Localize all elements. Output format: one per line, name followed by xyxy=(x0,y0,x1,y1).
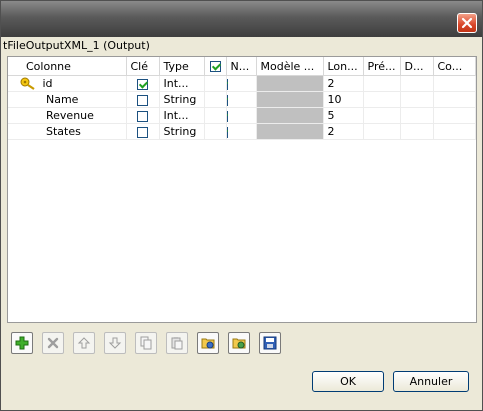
row-name: id xyxy=(42,76,53,90)
copy-icon xyxy=(140,336,152,350)
key-checkbox[interactable] xyxy=(137,94,148,106)
table-row[interactable]: Revenue Int... 5 xyxy=(8,107,476,124)
column-header-precision[interactable]: Pré... xyxy=(363,57,401,76)
cancel-button[interactable]: Annuler xyxy=(393,371,469,392)
column-header-checkbox[interactable] xyxy=(204,57,227,76)
row-nullable-cell[interactable] xyxy=(226,91,257,108)
row-pattern[interactable] xyxy=(256,75,324,92)
close-icon xyxy=(461,17,473,29)
dialog-window: tFileOutputXML_1 (Output) Colonne Clé Ty… xyxy=(0,0,483,411)
column-header-type[interactable]: Type xyxy=(159,57,205,76)
paste-button[interactable] xyxy=(166,332,188,354)
column-header-longueur[interactable]: Lon... xyxy=(323,57,364,76)
row-length[interactable]: 5 xyxy=(323,107,364,124)
row-key-cell[interactable] xyxy=(126,107,160,124)
row-key-cell[interactable] xyxy=(126,91,160,108)
row-key-cell[interactable] xyxy=(126,123,160,140)
row-key-cell[interactable] xyxy=(126,75,160,92)
row-name[interactable]: Revenue xyxy=(8,107,127,124)
copy-button[interactable] xyxy=(135,332,157,354)
column-header-defaut[interactable]: D... xyxy=(400,57,434,76)
dialog-subtitle: tFileOutputXML_1 (Output) xyxy=(3,39,150,52)
row-nullable-cell[interactable] xyxy=(226,107,257,124)
row-pattern[interactable] xyxy=(256,123,324,140)
move-down-button[interactable] xyxy=(104,332,126,354)
row-type[interactable]: Int... xyxy=(159,75,205,92)
key-checkbox[interactable] xyxy=(137,126,148,138)
export-button[interactable] xyxy=(228,332,250,354)
table-row[interactable]: id Int... 2 xyxy=(8,75,476,92)
column-header-modele[interactable]: Modèle ... xyxy=(256,57,324,76)
schema-table[interactable]: Colonne Clé Type N... Modèle ... Lon... … xyxy=(7,56,477,323)
row-length[interactable]: 10 xyxy=(323,91,364,108)
remove-button[interactable] xyxy=(42,332,64,354)
header-select-all-checkbox[interactable] xyxy=(209,61,221,72)
paste-icon xyxy=(171,337,183,350)
column-header-colonne[interactable]: Colonne xyxy=(8,57,127,76)
table-row[interactable]: Name String 10 xyxy=(8,91,476,108)
row-length[interactable]: 2 xyxy=(323,75,364,92)
import-icon xyxy=(201,338,215,349)
row-name[interactable]: States xyxy=(8,123,127,140)
import-button[interactable] xyxy=(197,332,219,354)
row-nullable-cell[interactable] xyxy=(226,123,257,140)
row-nullable-cell[interactable] xyxy=(226,75,257,92)
row-type[interactable]: Int... xyxy=(159,107,205,124)
move-up-icon xyxy=(77,337,91,349)
row-name[interactable]: Name xyxy=(8,91,127,108)
title-bar xyxy=(1,1,482,37)
export-icon xyxy=(232,338,246,349)
nullable-checkbox[interactable] xyxy=(226,110,228,122)
row-pattern[interactable] xyxy=(256,91,324,108)
add-button[interactable] xyxy=(11,332,33,354)
column-header-commentaire[interactable]: Co... xyxy=(433,57,476,76)
remove-icon xyxy=(47,337,59,349)
table-row[interactable]: States String 2 xyxy=(8,123,476,140)
column-header-cle[interactable]: Clé xyxy=(126,57,160,76)
row-type[interactable]: String xyxy=(159,123,205,140)
row-length[interactable]: 2 xyxy=(323,123,364,140)
save-button[interactable] xyxy=(259,332,281,354)
table-header: Colonne Clé Type N... Modèle ... Lon... … xyxy=(8,57,476,76)
nullable-checkbox[interactable] xyxy=(226,78,228,90)
key-checkbox[interactable] xyxy=(137,78,148,90)
add-icon xyxy=(15,336,29,350)
ok-button[interactable]: OK xyxy=(312,371,384,392)
key-icon xyxy=(20,77,35,91)
save-icon xyxy=(263,336,277,350)
row-type[interactable]: String xyxy=(159,91,205,108)
key-checkbox[interactable] xyxy=(137,110,148,122)
close-button[interactable] xyxy=(457,13,477,33)
nullable-checkbox[interactable] xyxy=(226,126,228,138)
move-down-icon xyxy=(108,337,122,349)
row-pattern[interactable] xyxy=(256,107,324,124)
column-header-nullable[interactable]: N... xyxy=(226,57,257,76)
move-up-button[interactable] xyxy=(73,332,95,354)
nullable-checkbox[interactable] xyxy=(226,94,228,106)
row-name-cell[interactable]: id xyxy=(8,75,127,92)
